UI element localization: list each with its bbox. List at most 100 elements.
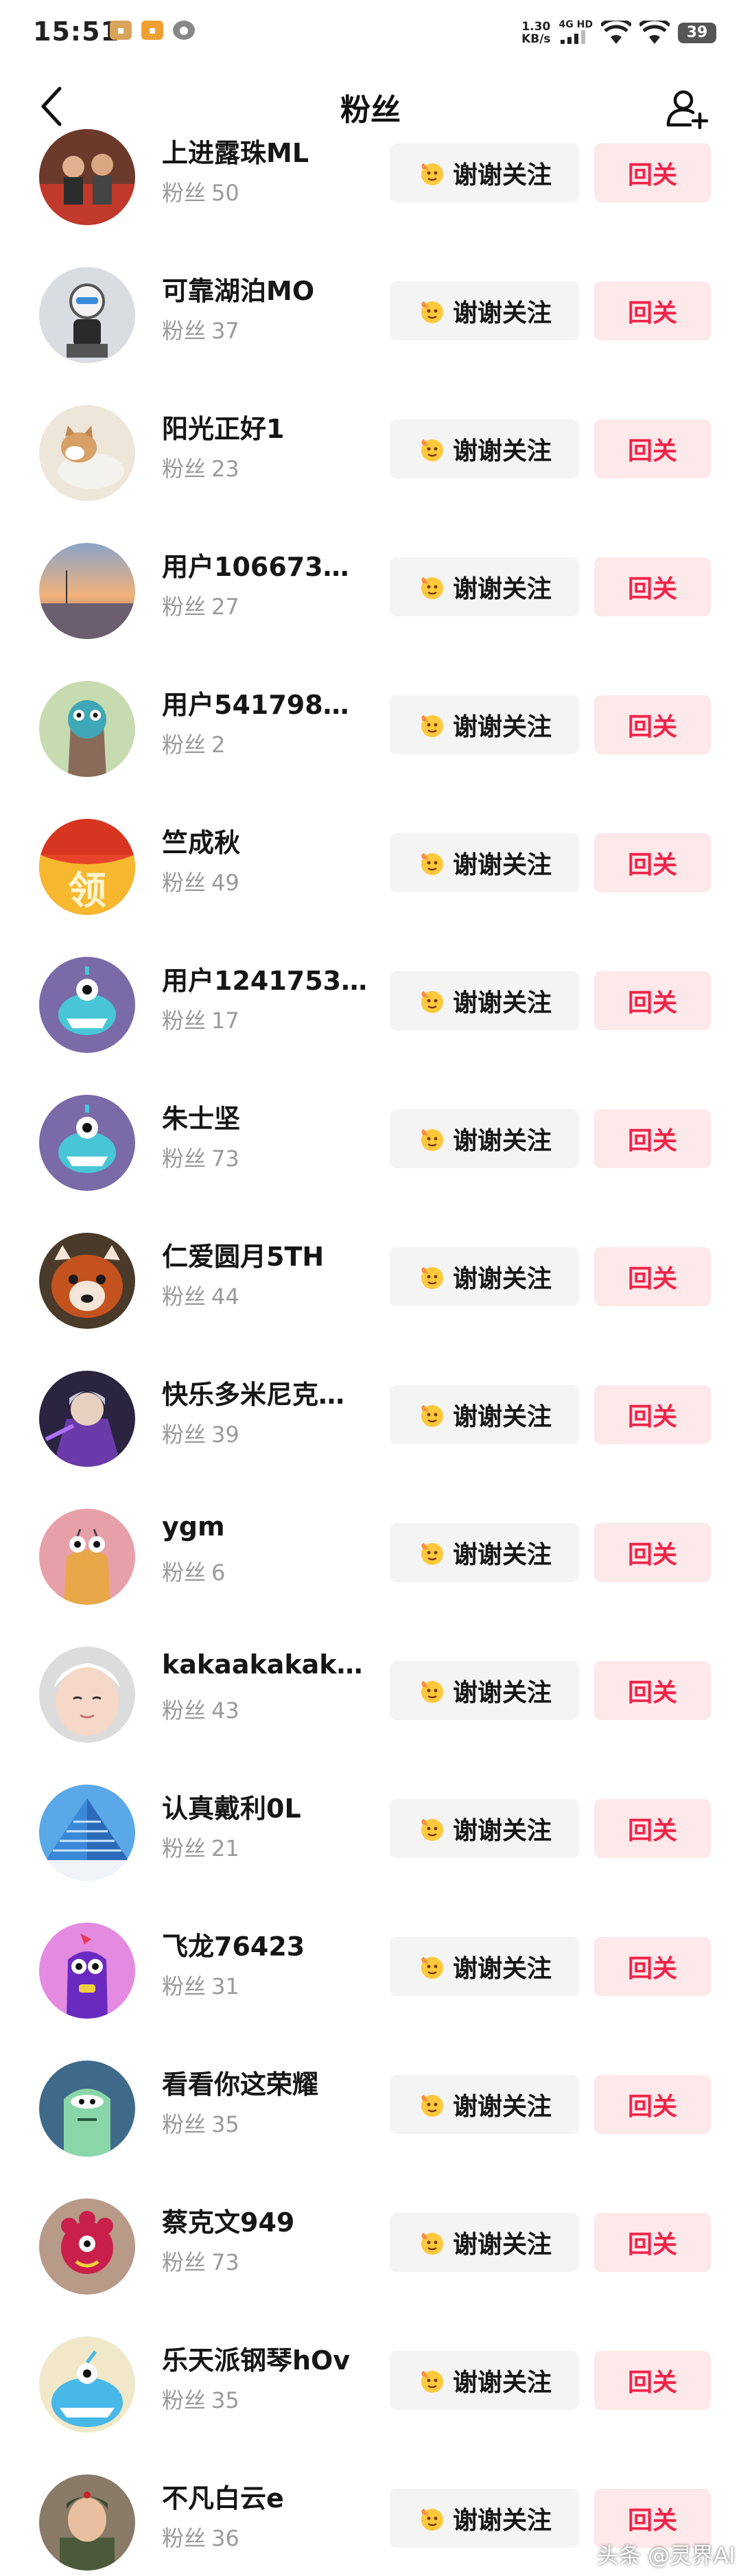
thanks-button[interactable]: 谢谢关注	[390, 1799, 579, 1858]
add-friend-button[interactable]	[661, 82, 714, 135]
fan-follower-count: 粉丝 17	[162, 1008, 239, 1034]
follow-back-button[interactable]: 回关	[594, 1523, 711, 1582]
fan-row[interactable]: 认真戴利0L 粉丝 21 谢谢关注 回关	[0, 1785, 741, 1923]
follow-back-button[interactable]: 回关	[594, 281, 711, 340]
follow-back-label: 回关	[627, 989, 677, 1017]
thanks-button[interactable]: 谢谢关注	[390, 2213, 579, 2272]
avatar[interactable]	[39, 129, 135, 225]
avatar[interactable]	[39, 2474, 135, 2571]
fan-row[interactable]: 用户1241753… 粉丝 17 谢谢关注 回关	[0, 957, 741, 1095]
follow-back-button[interactable]: 回关	[594, 2075, 711, 2134]
fan-row[interactable]: 上进露珠ML 粉丝 50 谢谢关注 回关	[0, 129, 741, 267]
thanks-button[interactable]: 谢谢关注	[390, 1937, 579, 1996]
avatar[interactable]	[39, 1095, 135, 1191]
thanks-label: 谢谢关注	[452, 2093, 552, 2121]
fan-row[interactable]: 可靠湖泊MO 粉丝 37 谢谢关注 回关	[0, 267, 741, 405]
follow-back-label: 回关	[627, 299, 677, 327]
fan-row[interactable]: 用户541798… 粉丝 2 谢谢关注 回关	[0, 681, 741, 819]
fan-name: 看看你这荣耀	[162, 2069, 319, 2100]
thanks-button[interactable]: 谢谢关注	[390, 1385, 579, 1444]
fan-row[interactable]: ygm 粉丝 6 谢谢关注 回关	[0, 1509, 741, 1647]
follow-back-label: 回关	[627, 437, 677, 465]
avatar[interactable]	[39, 1233, 135, 1329]
follow-back-button[interactable]: 回关	[594, 419, 711, 478]
fan-row[interactable]: 快乐多米尼克… 粉丝 39 谢谢关注 回关	[0, 1371, 741, 1509]
avatar[interactable]: 领	[39, 819, 135, 915]
follow-back-button[interactable]: 回关	[594, 1937, 711, 1996]
thanks-button[interactable]: 谢谢关注	[390, 2075, 579, 2134]
thanks-label: 谢谢关注	[452, 2369, 552, 2397]
wave-hand-emoji-icon	[421, 1267, 443, 1289]
avatar[interactable]	[39, 1923, 135, 2019]
avatar[interactable]	[39, 267, 135, 363]
thanks-button[interactable]: 谢谢关注	[390, 2489, 579, 2548]
follow-back-button[interactable]: 回关	[594, 1247, 711, 1306]
thanks-button[interactable]: 谢谢关注	[390, 419, 579, 478]
thanks-button[interactable]: 谢谢关注	[390, 281, 579, 340]
thanks-label: 谢谢关注	[452, 1541, 552, 1569]
thanks-label: 谢谢关注	[452, 437, 552, 465]
thanks-button[interactable]: 谢谢关注	[390, 971, 579, 1030]
fan-row[interactable]: kakaakakak… 粉丝 43 谢谢关注 回关	[0, 1647, 741, 1785]
thanks-button[interactable]: 谢谢关注	[390, 2351, 579, 2410]
avatar[interactable]	[39, 1647, 135, 1743]
fan-row[interactable]: 蔡克文949 粉丝 73 谢谢关注 回关	[0, 2198, 741, 2336]
fan-name: 可靠湖泊MO	[162, 276, 315, 306]
avatar[interactable]	[39, 1509, 135, 1605]
follow-back-button[interactable]: 回关	[594, 1385, 711, 1444]
fan-row[interactable]: 用户106673… 粉丝 27 谢谢关注 回关	[0, 543, 741, 681]
fan-follower-count: 粉丝 43	[162, 1697, 239, 1724]
follow-back-button[interactable]: 回关	[594, 833, 711, 892]
fan-row[interactable]: 朱士坚 粉丝 73 谢谢关注 回关	[0, 1095, 741, 1233]
follow-back-label: 回关	[627, 2507, 677, 2535]
thanks-label: 谢谢关注	[452, 2507, 552, 2535]
avatar[interactable]	[39, 543, 135, 639]
follow-back-button[interactable]: 回关	[594, 1661, 711, 1720]
wave-hand-emoji-icon	[421, 1681, 443, 1703]
fan-name: kakaakakak…	[162, 1649, 363, 1680]
follow-back-label: 回关	[627, 1817, 677, 1845]
avatar[interactable]	[39, 1785, 135, 1881]
fan-row[interactable]: 看看你这荣耀 粉丝 35 谢谢关注 回关	[0, 2061, 741, 2198]
thanks-button[interactable]: 谢谢关注	[390, 1109, 579, 1168]
follow-back-button[interactable]: 回关	[594, 1109, 711, 1168]
thanks-button[interactable]: 谢谢关注	[390, 1523, 579, 1582]
network-label: 4G HD	[558, 19, 593, 30]
fan-follower-count: 粉丝 50	[162, 180, 239, 206]
avatar[interactable]	[39, 2336, 135, 2433]
thanks-button[interactable]: 谢谢关注	[390, 1661, 579, 1720]
follow-back-label: 回关	[627, 851, 677, 879]
wave-hand-emoji-icon	[421, 301, 443, 323]
fan-name: 仁爱圆月5TH	[162, 1242, 325, 1272]
svg-text:领: 领	[68, 869, 106, 914]
follow-back-button[interactable]: 回关	[594, 1799, 711, 1858]
fan-row[interactable]: 领 竺成秋 粉丝 49 谢谢关注 回关	[0, 819, 741, 957]
avatar[interactable]	[39, 1371, 135, 1467]
follow-back-button[interactable]: 回关	[594, 2213, 711, 2272]
avatar[interactable]	[39, 957, 135, 1053]
fan-row[interactable]: 阳光正好1 粉丝 23 谢谢关注 回关	[0, 405, 741, 543]
thanks-button[interactable]: 谢谢关注	[390, 1247, 579, 1306]
follow-back-button[interactable]: 回关	[594, 143, 711, 202]
fan-follower-count: 粉丝 2	[162, 732, 226, 758]
fan-follower-count: 粉丝 37	[162, 318, 239, 344]
thanks-button[interactable]: 谢谢关注	[390, 557, 579, 616]
fan-row[interactable]: 仁爱圆月5TH 粉丝 44 谢谢关注 回关	[0, 1233, 741, 1371]
thanks-button[interactable]: 谢谢关注	[390, 833, 579, 892]
avatar[interactable]	[39, 681, 135, 777]
follow-back-button[interactable]: 回关	[594, 695, 711, 754]
status-time: 15:51	[33, 16, 119, 47]
fan-row[interactable]: 飞龙76423 粉丝 31 谢谢关注 回关	[0, 1923, 741, 2061]
thanks-button[interactable]: 谢谢关注	[390, 143, 579, 202]
follow-back-button[interactable]: 回关	[594, 2351, 711, 2410]
wifi-icon	[601, 21, 631, 44]
avatar[interactable]	[39, 2198, 135, 2295]
avatar[interactable]	[39, 405, 135, 501]
follow-back-button[interactable]: 回关	[594, 971, 711, 1030]
thanks-button[interactable]: 谢谢关注	[390, 695, 579, 754]
fan-row[interactable]: 乐天派钢琴hOv 粉丝 35 谢谢关注 回关	[0, 2336, 741, 2474]
fan-follower-count: 粉丝 49	[162, 870, 239, 896]
fan-follower-count: 粉丝 6	[162, 1559, 226, 1586]
follow-back-button[interactable]: 回关	[594, 557, 711, 616]
avatar[interactable]	[39, 2061, 135, 2157]
